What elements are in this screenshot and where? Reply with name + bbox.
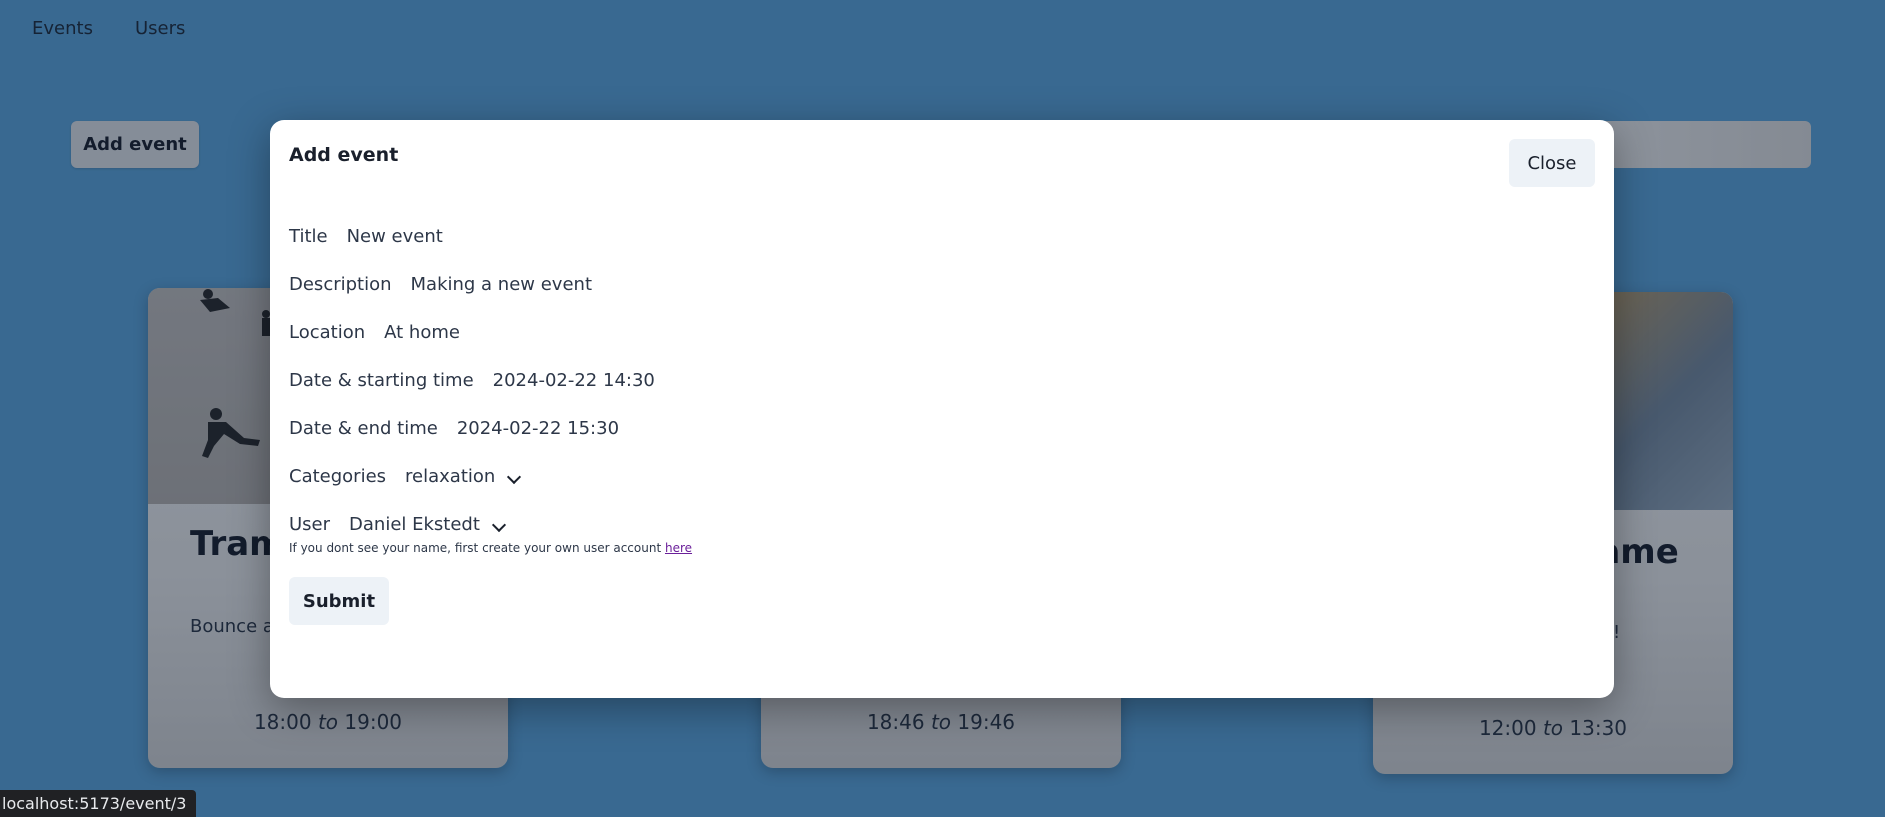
description-label: Description xyxy=(289,274,392,295)
categories-field: Categories relaxation xyxy=(289,466,522,487)
modal-title: Add event xyxy=(289,144,399,166)
location-input[interactable]: At home xyxy=(384,322,460,343)
create-account-hint: If you dont see your name, first create … xyxy=(289,541,692,555)
end-time-field: Date & end time 2024-02-22 15:30 xyxy=(289,418,619,439)
hint-text: If you dont see your name, first create … xyxy=(289,541,662,555)
add-event-modal: Add event Close Title New event Descript… xyxy=(270,120,1614,698)
title-label: Title xyxy=(289,226,328,247)
categories-select[interactable]: relaxation xyxy=(405,466,522,487)
user-field: User Daniel Ekstedt xyxy=(289,514,506,535)
description-input[interactable]: Making a new event xyxy=(411,274,593,295)
title-input[interactable]: New event xyxy=(347,226,443,247)
location-label: Location xyxy=(289,322,366,343)
start-time-field: Date & starting time 2024-02-22 14:30 xyxy=(289,370,655,391)
close-button[interactable]: Close xyxy=(1509,139,1595,187)
create-account-link[interactable]: here xyxy=(665,541,692,555)
end-time-label: Date & end time xyxy=(289,418,438,439)
categories-label: Categories xyxy=(289,466,387,487)
chevron-down-icon xyxy=(506,469,522,485)
categories-select-value: relaxation xyxy=(405,466,496,487)
user-select-value: Daniel Ekstedt xyxy=(349,514,480,535)
title-field: Title New event xyxy=(289,226,443,247)
submit-button[interactable]: Submit xyxy=(289,577,389,625)
user-select[interactable]: Daniel Ekstedt xyxy=(349,514,506,535)
start-time-input[interactable]: 2024-02-22 14:30 xyxy=(493,370,655,391)
location-field: Location At home xyxy=(289,322,460,343)
description-field: Description Making a new event xyxy=(289,274,592,295)
browser-status-url: localhost:5173/event/3 xyxy=(0,790,197,817)
chevron-down-icon xyxy=(491,517,506,533)
start-time-label: Date & starting time xyxy=(289,370,474,391)
end-time-input[interactable]: 2024-02-22 15:30 xyxy=(457,418,619,439)
user-label: User xyxy=(289,514,331,535)
